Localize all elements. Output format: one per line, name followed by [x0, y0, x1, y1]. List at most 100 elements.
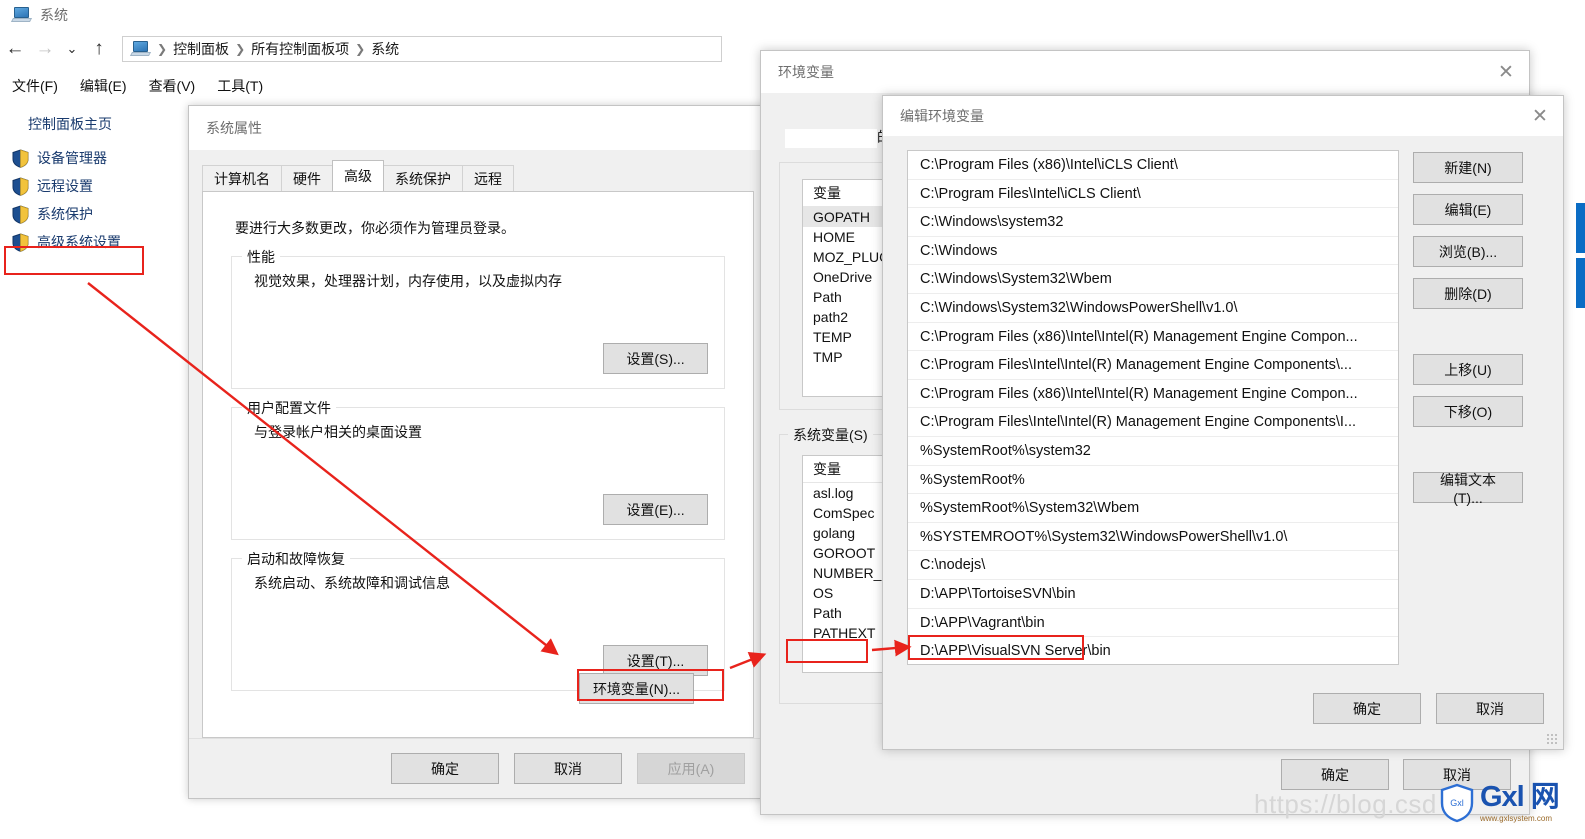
list-item[interactable]: D:\APP\TortoiseSVN\bin: [908, 580, 1398, 609]
sidebar-item-label: 系统保护: [37, 206, 93, 222]
button-spacer: [1413, 320, 1523, 343]
list-item[interactable]: %SystemRoot%\System32\Wbem: [908, 494, 1398, 523]
close-icon[interactable]: ✕: [1483, 51, 1529, 93]
envdlg-title: 环境变量: [778, 64, 834, 80]
close-icon[interactable]: ✕: [1517, 95, 1563, 137]
breadcrumb-item-2[interactable]: 系统: [371, 39, 399, 59]
system-properties-dialog: 系统属性 计算机名 硬件 高级 系统保护 远程 要进行大多数更改，你必须作为管理…: [188, 105, 768, 799]
editdlg-titlebar: 编辑环境变量 ✕: [883, 96, 1563, 136]
edit-text-button[interactable]: 编辑文本(T)...: [1413, 472, 1523, 506]
sidebar-item-device-manager[interactable]: 设备管理器: [0, 144, 190, 172]
breadcrumb-item-0[interactable]: 控制面板: [173, 39, 229, 59]
sidebar-item-remote-settings[interactable]: 远程设置: [0, 172, 190, 200]
list-item[interactable]: %SYSTEMROOT%\System32\WindowsPowerShell\…: [908, 523, 1398, 552]
move-up-button[interactable]: 上移(U): [1413, 354, 1523, 385]
editdlg-footer: 确定 取消: [1313, 693, 1544, 724]
list-item[interactable]: C:\Program Files\Intel\iCLS Client\: [908, 180, 1398, 209]
menu-edit[interactable]: 编辑(E): [80, 76, 127, 96]
path-entries-list[interactable]: C:\Program Files (x86)\Intel\iCLS Client…: [907, 150, 1399, 665]
breadcrumb-separator: ❯: [235, 42, 246, 56]
list-item[interactable]: %SystemRoot%: [908, 466, 1398, 495]
edit-environment-variable-dialog: 编辑环境变量 ✕ C:\Program Files (x86)\Intel\iC…: [882, 95, 1564, 750]
list-item[interactable]: C:\Windows: [908, 237, 1398, 266]
sidebar-item-label: 设备管理器: [37, 150, 107, 166]
shield-icon: [12, 148, 29, 168]
shield-icon: [12, 232, 29, 252]
user-profiles-settings-button[interactable]: 设置(E)...: [603, 494, 708, 525]
environment-variables-button[interactable]: 环境变量(N)...: [579, 673, 694, 704]
window-title: 系统: [40, 7, 68, 23]
sysprops-footer: 确定 取消 应用(A): [189, 738, 767, 798]
startup-recovery-group: 启动和故障恢复 系统启动、系统故障和调试信息 设置(T)... 环境变量(N).…: [231, 549, 725, 704]
list-item[interactable]: C:\Windows\system32: [908, 208, 1398, 237]
startup-recovery-settings-button[interactable]: 设置(T)...: [603, 645, 708, 676]
envdlg-ok-button[interactable]: 确定: [1281, 759, 1389, 790]
editdlg-cancel-button[interactable]: 取消: [1436, 693, 1544, 724]
tab-computer-name[interactable]: 计算机名: [202, 165, 282, 191]
menu-tools[interactable]: 工具(T): [217, 76, 263, 96]
list-item[interactable]: C:\Program Files\Intel\Intel(R) Manageme…: [908, 351, 1398, 380]
tab-remote[interactable]: 远程: [462, 165, 514, 191]
resize-grip[interactable]: [1546, 733, 1558, 745]
list-item[interactable]: C:\Program Files (x86)\Intel\Intel(R) Ma…: [908, 323, 1398, 352]
tab-hardware[interactable]: 硬件: [281, 165, 333, 191]
scrollbar-thumb-upper[interactable]: [1576, 203, 1585, 253]
performance-settings-button[interactable]: 设置(S)...: [603, 343, 708, 374]
recent-locations-icon[interactable]: ⌄: [60, 34, 84, 64]
startup-recovery-legend: 启动和故障恢复: [242, 549, 350, 569]
control-panel-sidebar: 控制面板主页 设备管理器 远程设置 系统保护 高级系统设置: [0, 108, 190, 256]
forward-icon[interactable]: →: [30, 34, 60, 64]
editdlg-ok-button[interactable]: 确定: [1313, 693, 1421, 724]
move-down-button[interactable]: 下移(O): [1413, 396, 1523, 427]
up-icon[interactable]: ↑: [84, 34, 114, 64]
list-item[interactable]: C:\Program Files (x86)\Intel\iCLS Client…: [908, 151, 1398, 180]
list-item[interactable]: C:\nodejs\: [908, 551, 1398, 580]
menu-file[interactable]: 文件(F): [12, 76, 58, 96]
performance-legend: 性能: [242, 247, 280, 267]
list-item[interactable]: C:\Program Files (x86)\Intel\Intel(R) Ma…: [908, 380, 1398, 409]
sidebar-item-label: 远程设置: [37, 178, 93, 194]
sidebar-item-system-protection[interactable]: 系统保护: [0, 200, 190, 228]
envdlg-titlebar: 环境变量 ✕: [761, 51, 1529, 93]
breadcrumb-separator: ❯: [355, 42, 366, 56]
performance-description: 视觉效果，处理器计划，内存使用，以及虚拟内存: [254, 273, 562, 289]
sysprops-tabstrip: 计算机名 硬件 高级 系统保护 远程: [202, 160, 767, 191]
list-item[interactable]: D:\APP\Vagrant\bin: [908, 609, 1398, 638]
admin-notice: 要进行大多数更改，你必须作为管理员登录。: [235, 220, 515, 236]
breadcrumb-item-1[interactable]: 所有控制面板项: [251, 39, 349, 59]
watermark-logo: Gxl Gxl 网 www.gxlsystem.com: [1440, 783, 1560, 823]
performance-group: 性能 视觉效果，处理器计划，内存使用，以及虚拟内存 设置(S)...: [231, 247, 725, 389]
menu-view[interactable]: 查看(V): [149, 76, 196, 96]
browse-button[interactable]: 浏览(B)...: [1413, 236, 1523, 267]
button-spacer: [1413, 438, 1523, 461]
address-bar[interactable]: ❯ 控制面板 ❯ 所有控制面板项 ❯ 系统: [122, 36, 722, 62]
list-item[interactable]: C:\Program Files\Intel\Intel(R) Manageme…: [908, 408, 1398, 437]
list-item[interactable]: %SystemRoot%\system32: [908, 437, 1398, 466]
sysprops-tabpanel-advanced: 要进行大多数更改，你必须作为管理员登录。 性能 视觉效果，处理器计划，内存使用，…: [202, 191, 754, 738]
list-item[interactable]: C:\Windows\System32\WindowsPowerShell\v1…: [908, 294, 1398, 323]
tab-system-protection[interactable]: 系统保护: [383, 165, 463, 191]
redacted-username: [785, 128, 877, 148]
sidebar-item-label: 高级系统设置: [37, 234, 121, 250]
delete-button[interactable]: 删除(D): [1413, 278, 1523, 309]
sysprops-cancel-button[interactable]: 取消: [514, 753, 622, 784]
sysprops-title: 系统属性: [189, 106, 767, 150]
watermark-text: Gxl 网 www.gxlsystem.com: [1480, 783, 1560, 823]
list-item[interactable]: C:\Windows\System32\Wbem: [908, 265, 1398, 294]
sysprops-ok-button[interactable]: 确定: [391, 753, 499, 784]
scrollbar-thumb-lower[interactable]: [1576, 258, 1585, 308]
edit-button[interactable]: 编辑(E): [1413, 194, 1523, 225]
list-item[interactable]: D:\APP\VisualSVN Server\bin: [908, 637, 1398, 664]
editdlg-body: C:\Program Files (x86)\Intel\iCLS Client…: [883, 136, 1563, 665]
back-icon[interactable]: ←: [0, 34, 30, 64]
system-icon: [10, 7, 33, 23]
address-system-icon: [129, 41, 152, 57]
startup-recovery-description: 系统启动、系统故障和调试信息: [254, 575, 450, 591]
new-button[interactable]: 新建(N): [1413, 152, 1523, 183]
shield-icon: [12, 176, 29, 196]
tab-advanced[interactable]: 高级: [332, 160, 384, 191]
sidebar-item-advanced-system-settings[interactable]: 高级系统设置: [0, 228, 190, 256]
editdlg-title: 编辑环境变量: [900, 108, 984, 124]
shield-logo-icon: Gxl: [1440, 783, 1474, 823]
sidebar-item-home[interactable]: 控制面板主页: [0, 108, 190, 144]
